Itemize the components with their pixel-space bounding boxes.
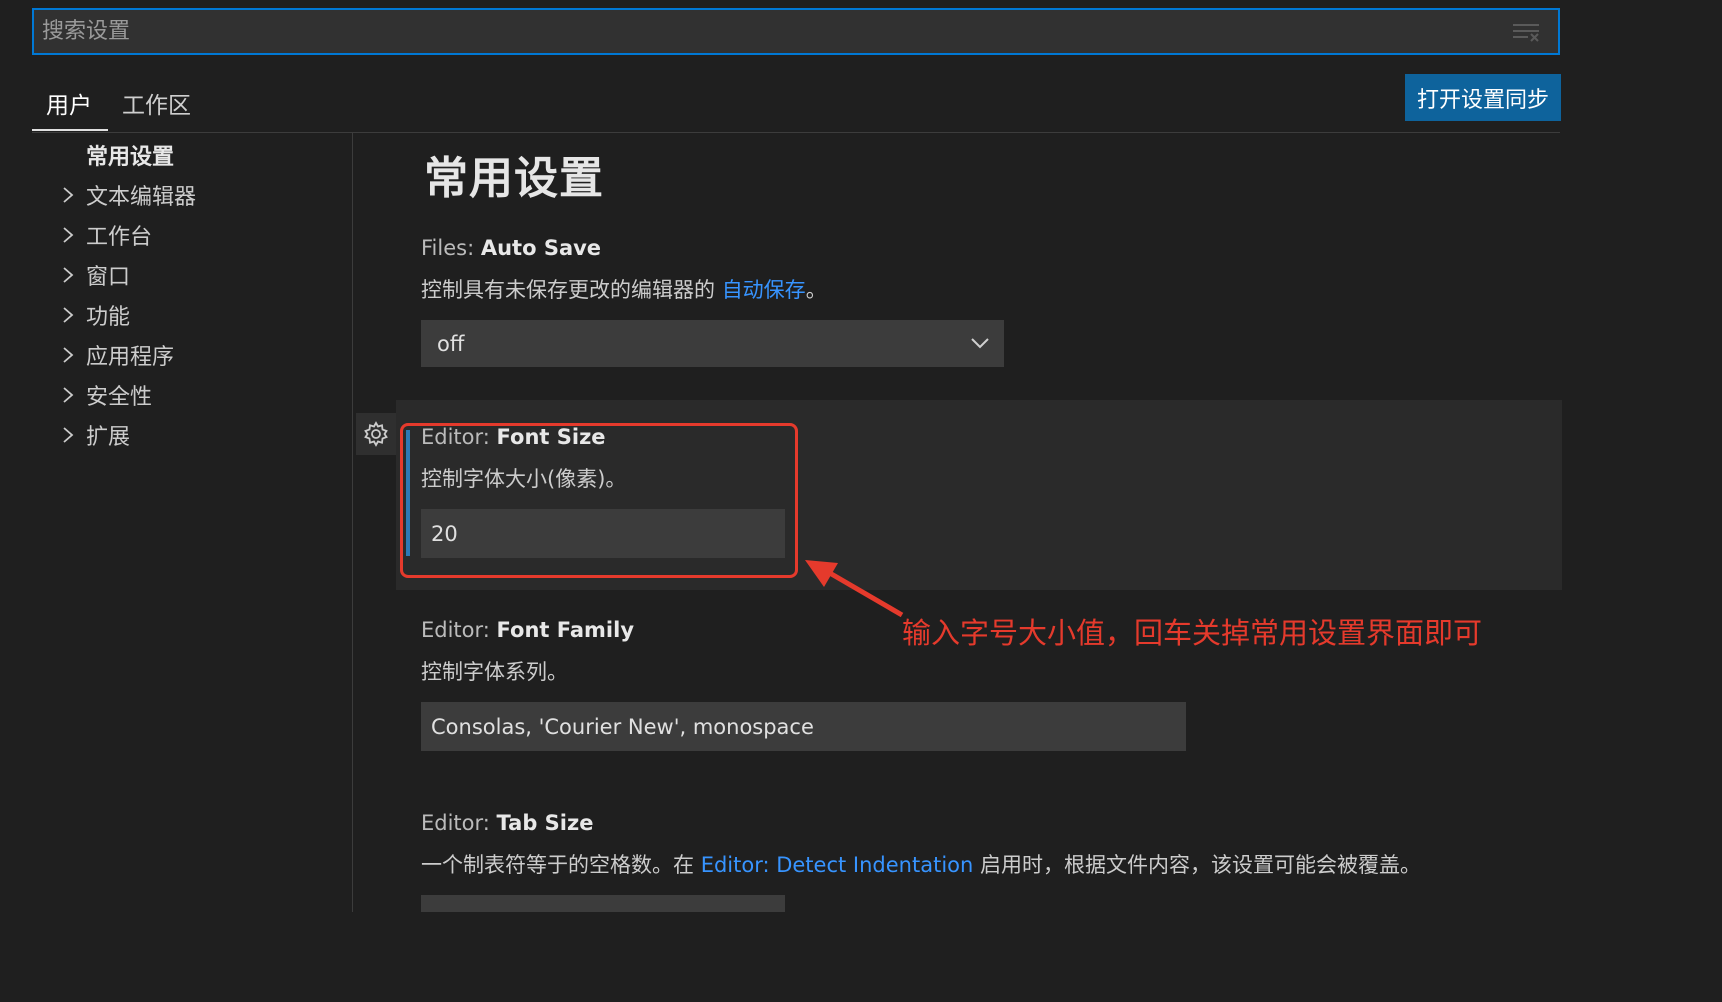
setting-category: Editor: bbox=[421, 618, 497, 642]
setting-category: Files: bbox=[421, 236, 481, 260]
filter-icon[interactable] bbox=[1512, 22, 1540, 42]
setting-name: Tab Size bbox=[496, 811, 594, 835]
toc-item-window[interactable]: 窗口 bbox=[58, 257, 130, 293]
search-input[interactable] bbox=[40, 10, 1480, 53]
toc-item-label: 文本编辑器 bbox=[86, 185, 197, 210]
toc-item-text-editor[interactable]: 文本编辑器 bbox=[58, 177, 196, 213]
toc-item-label: 功能 bbox=[86, 305, 131, 330]
setting-title-tab-size: Editor: Tab Size bbox=[421, 811, 593, 835]
chevron-right-icon bbox=[63, 347, 74, 363]
chevron-right-icon bbox=[63, 187, 74, 203]
chevron-right-icon bbox=[63, 267, 74, 283]
search-box[interactable] bbox=[32, 8, 1560, 55]
setting-category: Editor: bbox=[421, 811, 497, 835]
settings-editor: 用户 工作区 打开设置同步 常用设置 文本编辑器 工作台 窗口 功能 应用程序 … bbox=[0, 0, 1568, 912]
chevron-right-icon bbox=[63, 227, 74, 243]
toc-item-common[interactable]: 常用设置 bbox=[58, 137, 174, 173]
auto-save-dropdown[interactable]: off bbox=[421, 320, 1004, 367]
setting-desc-font-family: 控制字体系列。 bbox=[421, 660, 568, 684]
toc-item-label: 扩展 bbox=[86, 425, 131, 450]
toc-item-label: 常用设置 bbox=[86, 145, 175, 170]
setting-desc-auto-save: 控制具有未保存更改的编辑器的 自动保存。 bbox=[421, 274, 827, 304]
setting-desc-tab-size: 一个制表符等于的空格数。在 Editor: Detect Indentation… bbox=[421, 849, 1421, 879]
toc-item-label: 应用程序 bbox=[86, 345, 175, 370]
toc-item-extensions[interactable]: 扩展 bbox=[58, 417, 130, 453]
detect-indentation-link[interactable]: Editor: Detect Indentation bbox=[701, 853, 974, 877]
chevron-down-icon bbox=[971, 338, 989, 349]
gear-icon bbox=[364, 421, 388, 447]
tab-size-input[interactable] bbox=[421, 895, 785, 912]
annotation-arrow-icon bbox=[805, 560, 904, 618]
toc-item-workbench[interactable]: 工作台 bbox=[58, 217, 152, 253]
settings-sync-button[interactable]: 打开设置同步 bbox=[1405, 74, 1561, 121]
desc-text: 一个制表符等于的空格数。在 bbox=[421, 853, 701, 877]
desc-text: 控制具有未保存更改的编辑器的 bbox=[421, 278, 722, 302]
toc-divider bbox=[352, 133, 353, 912]
font-family-input[interactable] bbox=[421, 702, 1186, 751]
desc-text: 启用时，根据文件内容，该设置可能会被覆盖。 bbox=[973, 853, 1421, 877]
setting-name: Font Family bbox=[496, 618, 635, 642]
setting-title-font-family: Editor: Font Family bbox=[421, 618, 634, 642]
chevron-right-icon bbox=[63, 307, 74, 323]
toc-item-security[interactable]: 安全性 bbox=[58, 377, 152, 413]
toc-item-application[interactable]: 应用程序 bbox=[58, 337, 174, 373]
setting-gear-button[interactable] bbox=[356, 413, 396, 455]
active-tab-indicator bbox=[32, 129, 108, 131]
auto-save-link[interactable]: 自动保存 bbox=[722, 278, 806, 302]
setting-name: Auto Save bbox=[480, 236, 602, 260]
section-title: 常用设置 bbox=[424, 153, 604, 204]
toc-item-label: 安全性 bbox=[86, 385, 153, 410]
toc-item-features[interactable]: 功能 bbox=[58, 297, 130, 333]
setting-title-auto-save: Files: Auto Save bbox=[421, 236, 601, 260]
annotation-highlight-box bbox=[400, 423, 798, 578]
toc-item-label: 窗口 bbox=[86, 265, 131, 290]
toc-item-label: 工作台 bbox=[86, 225, 153, 250]
annotation-text: 输入字号大小值，回车关掉常用设置界面即可 bbox=[902, 616, 1483, 650]
desc-text: 。 bbox=[805, 278, 827, 302]
chevron-right-icon bbox=[63, 387, 74, 403]
header-divider bbox=[32, 132, 1560, 133]
tab-workspace[interactable]: 工作区 bbox=[122, 86, 191, 120]
chevron-right-icon bbox=[63, 427, 74, 443]
tab-user[interactable]: 用户 bbox=[46, 86, 92, 120]
dropdown-value: off bbox=[437, 331, 465, 356]
